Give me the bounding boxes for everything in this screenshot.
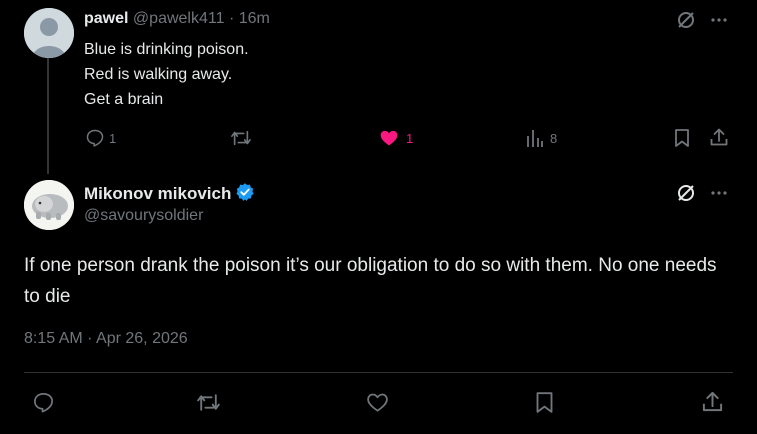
- reply-header-separator: ·: [228, 10, 235, 27]
- grok-icon: [678, 12, 694, 28]
- reply-author-handle[interactable]: @pawelk411: [133, 10, 225, 27]
- post-author-handle[interactable]: @savourysoldier: [84, 207, 203, 225]
- views-icon: [527, 130, 543, 147]
- post-reply-button[interactable]: [32, 391, 55, 414]
- divider: [24, 372, 733, 373]
- grok-icon: [678, 185, 694, 201]
- post-share-button[interactable]: [701, 390, 724, 413]
- reply-author-name[interactable]: pawel: [84, 10, 128, 27]
- reply-icon: [34, 393, 53, 413]
- more-icon: [711, 18, 727, 22]
- reply-share-button[interactable]: [709, 127, 729, 147]
- post-like-button[interactable]: [366, 391, 389, 414]
- reply-header: pawel @pawelk411 · 16m: [84, 10, 270, 28]
- repost-icon: [197, 394, 220, 411]
- views-count: 8: [550, 130, 558, 146]
- reply-repost-button[interactable]: [230, 128, 252, 148]
- avatar[interactable]: [24, 180, 74, 230]
- grok-button[interactable]: [676, 183, 696, 203]
- reply-like-button[interactable]: 1: [379, 128, 413, 148]
- reply-more-button[interactable]: [709, 10, 729, 30]
- post-bookmark-button[interactable]: [534, 390, 555, 415]
- reply-bookmark-button[interactable]: [673, 128, 691, 148]
- bookmark-icon: [675, 129, 689, 147]
- verified-badge-icon: [236, 183, 254, 201]
- thread-connector-line: [47, 58, 49, 174]
- share-icon: [710, 128, 728, 146]
- post-author: Mikonov mikovich: [84, 182, 255, 204]
- like-count: 1: [406, 130, 414, 146]
- reply-views-button[interactable]: 8: [526, 128, 557, 148]
- reply-text-line: Get a brain: [84, 91, 164, 108]
- post-repost-button[interactable]: [196, 391, 221, 414]
- reply-text-line: Blue is drinking poison.: [84, 41, 249, 58]
- default-avatar-icon: [24, 8, 74, 58]
- reply-icon: [86, 129, 104, 147]
- post-timestamp[interactable]: 8:15 AM · Apr 26, 2026: [24, 330, 188, 348]
- post-text: If one person drank the poison it’s our …: [24, 255, 717, 307]
- reply-text: Blue is drinking poison. Red is walking …: [84, 37, 249, 112]
- post-more-button[interactable]: [709, 183, 729, 203]
- more-icon: [711, 191, 727, 195]
- reply-reply-button[interactable]: 1: [85, 128, 116, 148]
- share-icon: [702, 391, 723, 412]
- plush-avatar-icon: [24, 180, 74, 230]
- reply-text-line: Red is walking away.: [84, 66, 233, 83]
- post-author-name[interactable]: Mikonov mikovich: [84, 184, 231, 203]
- reply-count: 1: [109, 130, 117, 146]
- bookmark-icon: [536, 392, 553, 413]
- repost-icon: [231, 130, 251, 146]
- grok-button[interactable]: [676, 10, 696, 30]
- avatar[interactable]: [24, 8, 74, 58]
- like-icon: [367, 393, 388, 412]
- like-icon: [380, 130, 398, 146]
- reply-time[interactable]: 16m: [239, 10, 270, 27]
